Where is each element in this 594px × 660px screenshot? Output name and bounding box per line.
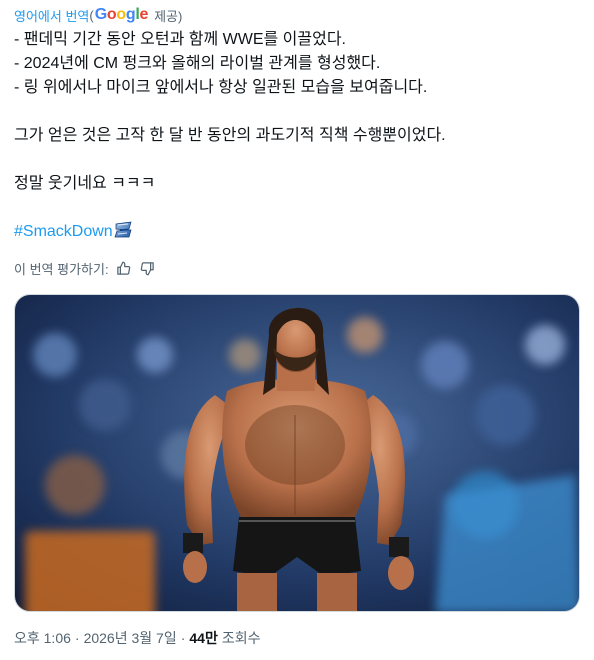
rate-translation: 이 번역 평가하기:	[14, 258, 157, 278]
provided-label: 제공)	[154, 8, 183, 24]
tweet-time-link[interactable]: 오후 1:06	[14, 628, 71, 648]
tweet-line: - 팬데믹 기간 동안 오턴과 함께 WWE를 이끌었다.	[14, 31, 347, 48]
separator: ·	[180, 630, 186, 646]
tweet-line: - 링 위에서나 마이크 앞에서나 항상 일관된 모습을 보여줍니다.	[14, 79, 428, 96]
google-logo: Google	[94, 6, 149, 23]
translation-attribution: 영어에서 번역 ( Google 제공)	[14, 6, 182, 24]
hashtag-link[interactable]: #SmackDown	[14, 223, 113, 240]
tweet-metadata: 오후 1:06 · 2026년 3월 7일 · 44만 조회수	[14, 628, 260, 648]
tweet-line: - 2024년에 CM 펑크와 올해의 라이벌 관계를 형성했다.	[14, 55, 381, 72]
thumbs-down-icon[interactable]	[139, 259, 157, 277]
tweet-media[interactable]	[14, 294, 580, 612]
open-paren: (	[89, 7, 94, 23]
thumbs-up-icon[interactable]	[115, 259, 133, 277]
rate-translation-label: 이 번역 평가하기:	[14, 261, 109, 277]
views-label: 조회수	[221, 630, 261, 646]
tweet-text: - 팬데믹 기간 동안 오턴과 함께 WWE를 이끌었다. - 2024년에 C…	[14, 28, 574, 244]
smackdown-hashflag-icon	[114, 221, 132, 238]
hashtag-line: #SmackDown	[14, 220, 574, 244]
tweet-line: 그가 얻은 것은 고작 한 달 반 동안의 과도기적 직책 수행뿐이었다.	[14, 127, 446, 144]
wrestler-photo	[15, 295, 579, 611]
translated-from-link[interactable]: 영어에서 번역	[14, 6, 89, 25]
separator: ·	[74, 630, 80, 646]
tweet-date-link[interactable]: 2026년 3월 7일	[84, 628, 177, 648]
views-count: 44만	[189, 630, 218, 646]
tweet-line: 정말 웃기네요 ㅋㅋㅋ	[14, 175, 156, 192]
